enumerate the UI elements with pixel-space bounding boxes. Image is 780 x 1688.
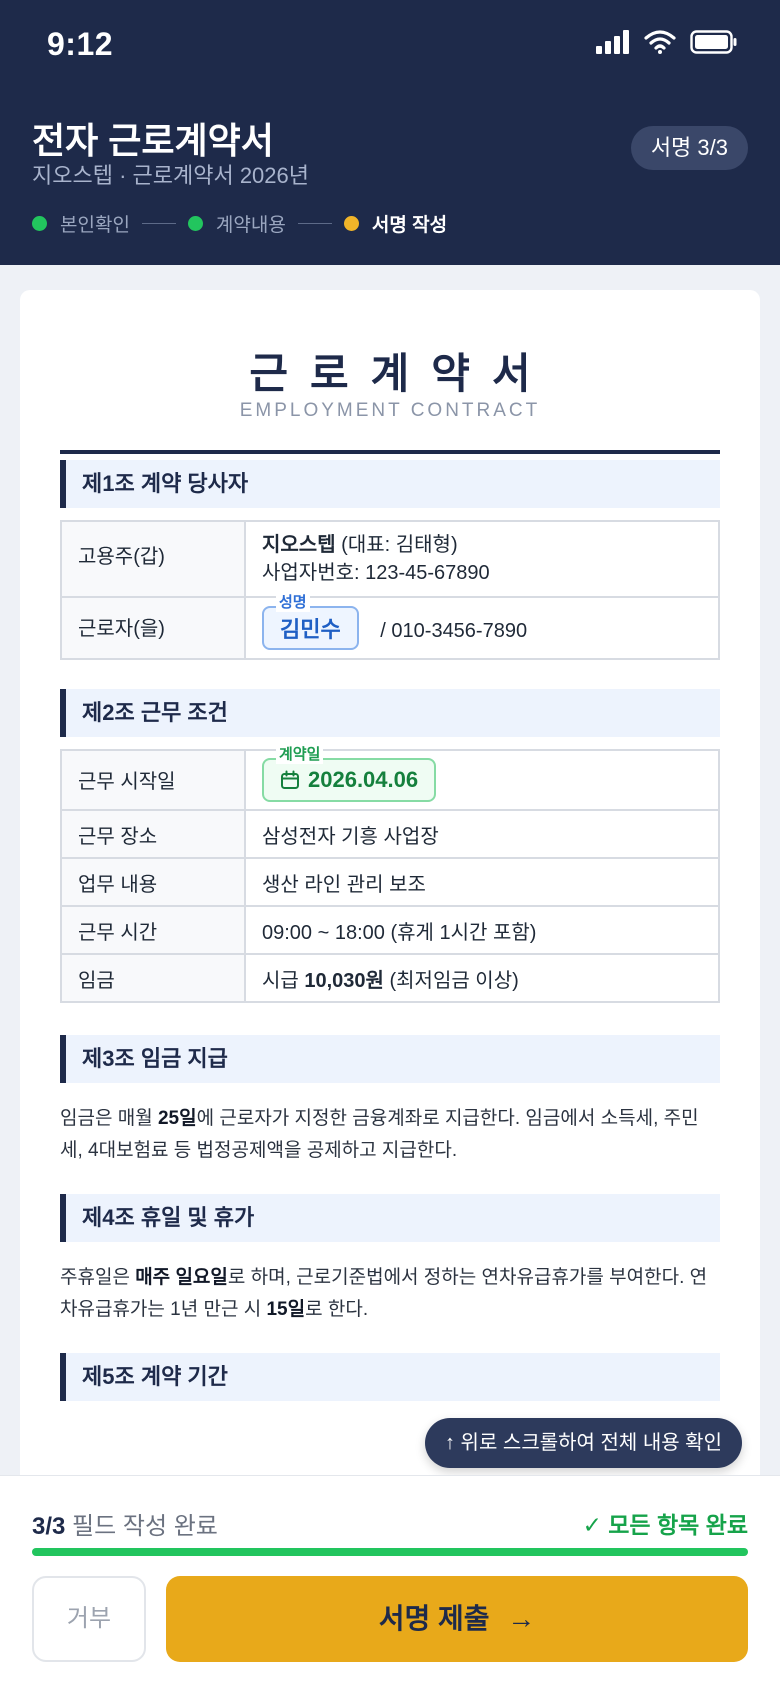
clause-bold: 매주 일요일: [135, 1267, 228, 1288]
table-row: 근로자(을) 성명 김민수 / 010-3456-7890: [60, 594, 720, 660]
employer-label: 고용주(갑): [60, 520, 246, 598]
page-title: 전자 근로계약서: [32, 120, 274, 161]
progress-label: 필드 작성 완료: [65, 1513, 218, 1540]
table-row: 임금 시급 10,030원 (최저임금 이상): [60, 953, 720, 1003]
step-label: 본인확인: [60, 215, 130, 236]
contract-date-field[interactable]: 계약일 2026.04.06: [262, 746, 437, 802]
employee-phone: / 010-3456-7890: [380, 620, 528, 642]
employer-bizno: 사업자번호: 123-45-67890: [262, 562, 490, 584]
battery-icon: [690, 30, 737, 54]
wage-label: 임금: [60, 953, 246, 1003]
step-connector: [297, 223, 332, 224]
status-time: 9:12: [47, 26, 114, 62]
submit-label: 서명 제출: [378, 1603, 490, 1634]
step-signature: 서명 작성: [343, 210, 448, 237]
arrow-right-icon: →: [507, 1603, 536, 1634]
wage-amount: 10,030원: [304, 969, 384, 992]
holidays-clause: 주휴일은 매주 일요일로 하며, 근로기준법에서 정하는 연차유급휴가를 부여한…: [60, 1262, 720, 1326]
table-row: 근무 시작일 계약일 2026.04.06: [60, 746, 720, 811]
progress-bar: [32, 1548, 748, 1556]
conditions-table: 근무 시작일 계약일 2026.04.06 근무 장소 삼성전자 기흥 사업장: [60, 746, 720, 1003]
workplace-value: 삼성전자 기흥 사업장: [244, 809, 720, 859]
step-label: 서명 작성: [371, 215, 448, 236]
name-field-value: 김민수: [280, 617, 341, 642]
start-date-label: 근무 시작일: [60, 749, 246, 811]
page-subtitle: 지오스텝 · 근로계약서 2026년: [32, 163, 310, 188]
step-label: 계약내용: [215, 215, 286, 236]
employer-value: 지오스텝 (대표: 김태형) 사업자번호: 123-45-67890: [244, 520, 720, 598]
date-field-label: 계약일: [276, 746, 324, 764]
step-active-dot: [343, 216, 359, 231]
clause-text: 임금은 매월: [60, 1108, 158, 1129]
job-label: 업무 내용: [60, 857, 246, 907]
status-icons: [596, 30, 738, 54]
parties-table: 고용주(갑) 지오스텝 (대표: 김태형) 사업자번호: 123-45-6789…: [60, 520, 720, 660]
table-row: 고용주(갑) 지오스텝 (대표: 김태형) 사업자번호: 123-45-6789…: [60, 520, 720, 598]
bottom-action-bar: 3/3 필드 작성 완료 ✓ 모든 항목 완료 거부 서명 제출 →: [0, 1475, 780, 1688]
wage-prefix: 시급: [262, 969, 305, 992]
section-heading-wage-payment: 제3조 임금 지급: [60, 1035, 720, 1083]
employer-name: 지오스텝: [262, 534, 336, 556]
wifi-icon: [644, 30, 676, 54]
step-connector: [141, 223, 176, 224]
hours-label: 근무 시간: [60, 905, 246, 955]
job-value: 생산 라인 관리 보조: [244, 857, 720, 907]
table-row: 근무 시간 09:00 ~ 18:00 (휴게 1시간 포함): [60, 905, 720, 955]
calendar-icon: [281, 770, 299, 789]
clause-text: 로 한다.: [305, 1299, 369, 1320]
step-done-dot: [32, 216, 47, 231]
table-row: 근무 장소 삼성전자 기흥 사업장: [60, 809, 720, 859]
progress-count: 3/3: [32, 1513, 66, 1540]
step-done-dot: [187, 216, 203, 231]
employee-label: 근로자(을): [60, 596, 246, 660]
table-row: 업무 내용 생산 라인 관리 보조: [60, 857, 720, 907]
all-complete-status: ✓ 모든 항목 완료: [582, 1512, 748, 1538]
section-heading-term: 제5조 계약 기간: [60, 1353, 720, 1401]
hours-value: 09:00 ~ 18:00 (휴게 1시간 포함): [244, 905, 720, 955]
wage-payment-clause: 임금은 매월 25일에 근로자가 지정한 금융계좌로 지급한다. 임금에서 소득…: [60, 1103, 720, 1167]
wage-suffix: (최저임금 이상): [383, 969, 519, 992]
name-field-label: 성명: [276, 594, 310, 612]
clause-text: 주휴일은: [60, 1267, 136, 1288]
section-heading-holidays: 제4조 휴일 및 휴가: [60, 1194, 720, 1242]
contract-document[interactable]: 근로계약서 EMPLOYMENT CONTRACT 제1조 계약 당사자 고용주…: [20, 290, 760, 1490]
start-date-value: 계약일 2026.04.06: [244, 746, 720, 811]
step-identity: 본인확인: [32, 210, 130, 237]
document-title: 근로계약서: [249, 350, 553, 397]
fields-progress-text: 3/3 필드 작성 완료: [32, 1506, 218, 1541]
section-heading-parties: 제1조 계약 당사자: [60, 460, 720, 508]
title-divider: [60, 450, 720, 454]
scroll-up-hint-button[interactable]: ↑ 위로 스크롤하여 전체 내용 확인: [425, 1418, 742, 1468]
date-field-value: 2026.04.06: [308, 767, 419, 792]
wage-value: 시급 10,030원 (최저임금 이상): [244, 953, 720, 1003]
document-subtitle: EMPLOYMENT CONTRACT: [239, 400, 541, 421]
step-contract: 계약내용: [187, 210, 286, 237]
status-bar: 9:12: [0, 0, 780, 92]
section-heading-conditions: 제2조 근무 조건: [60, 689, 720, 737]
clause-bold: 25일: [157, 1108, 197, 1129]
clause-bold: 15일: [266, 1299, 306, 1320]
progress-bar-fill: [32, 1548, 748, 1556]
reject-button[interactable]: 거부: [32, 1576, 146, 1662]
signal-icon: [596, 30, 629, 54]
employee-value: 성명 김민수 / 010-3456-7890: [244, 594, 720, 660]
name-signature-field[interactable]: 성명 김민수: [262, 594, 359, 650]
employer-rep: (대표: 김태형): [335, 534, 458, 556]
sign-progress-badge: 서명 3/3: [630, 126, 748, 170]
app-header: 9:12 전자 근로계약서 지오스텝 · 근로계약서 2026년 서명 3/3: [0, 0, 780, 265]
submit-signature-button[interactable]: 서명 제출 →: [166, 1576, 748, 1662]
workplace-label: 근무 장소: [60, 809, 246, 859]
step-indicator: 본인확인 계약내용 서명 작성: [32, 210, 447, 237]
